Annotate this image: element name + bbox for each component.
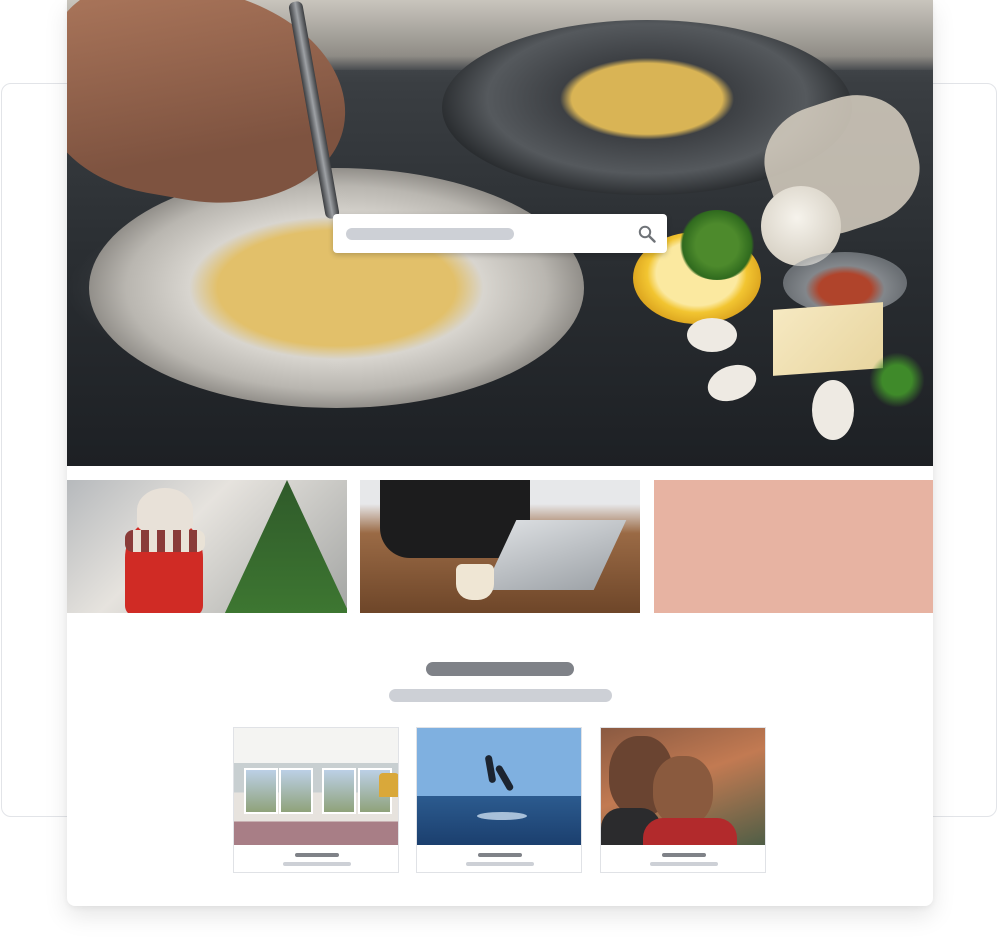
card-subtitle-placeholder [466,862,534,866]
cheese [773,302,883,376]
hero-image [67,0,933,466]
thumbnail-couple[interactable] [654,480,933,613]
card-title-placeholder [295,853,339,857]
card-mother-child[interactable] [600,727,766,873]
dolphins-image [417,728,581,845]
thumbnail-girl-christmas-tree[interactable] [67,480,347,613]
search-input[interactable] [333,214,667,253]
card-dolphins[interactable] [416,727,582,873]
section-heading-placeholder [426,662,574,676]
section-subheading-placeholder [389,689,612,702]
card-subtitle-placeholder [283,862,351,866]
card-title-placeholder [478,853,522,857]
card-title-placeholder [662,853,706,857]
card-subtitle-placeholder [650,862,718,866]
search-placeholder-bar [346,228,514,240]
thumbnail-laptop-coffee[interactable] [360,480,640,613]
living-room-image [234,728,398,845]
page-card [67,0,933,906]
mother-child-image [601,728,765,845]
search-icon[interactable] [638,225,656,243]
card-living-room[interactable] [233,727,399,873]
